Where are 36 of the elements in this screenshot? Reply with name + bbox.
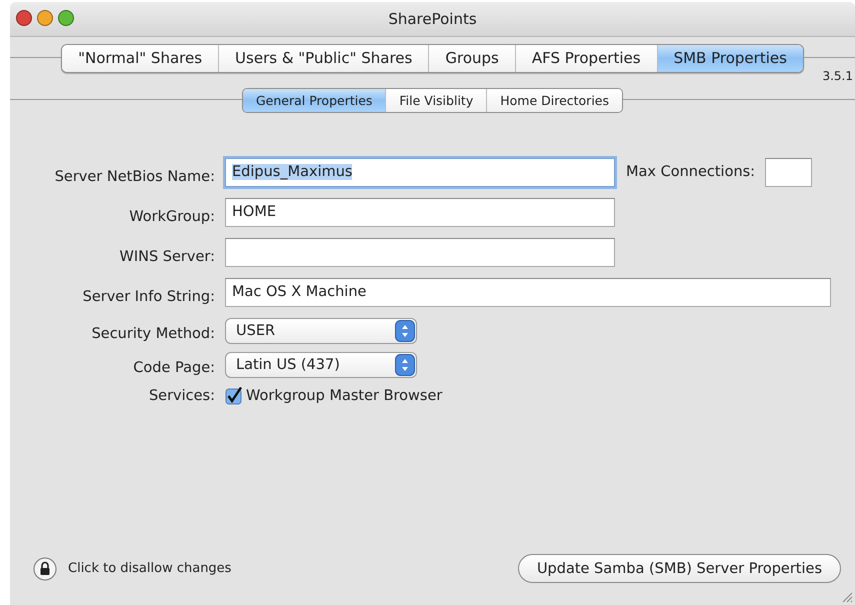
tab[interactable]: "Normal" Shares — [62, 44, 218, 72]
close-icon[interactable] — [16, 10, 32, 26]
input-field[interactable]: HOME — [225, 198, 615, 226]
field-label: Services: — [148, 388, 215, 404]
field-label: Server Info String: — [82, 289, 215, 305]
popup-button[interactable]: USER — [225, 318, 417, 344]
subtab[interactable]: File Visiblity — [385, 88, 486, 112]
field-label: Max Connections: — [626, 164, 756, 180]
window-title: SharePoints — [388, 10, 477, 28]
resize-grip-icon[interactable] — [841, 591, 853, 603]
popup-button[interactable]: Latin US (437) — [225, 352, 417, 378]
version-label: 3.5.1 — [822, 70, 853, 83]
input-field[interactable]: Edipus_Maximus — [225, 158, 615, 186]
field-label: Security Method: — [90, 326, 215, 342]
minimize-icon[interactable] — [37, 10, 53, 26]
tab[interactable]: AFS Properties — [514, 44, 657, 72]
lock-icon[interactable] — [33, 556, 57, 580]
stepper-arrows-icon — [395, 354, 415, 376]
input-field[interactable] — [225, 238, 615, 266]
update-button[interactable]: Update Samba (SMB) Server Properties — [518, 554, 841, 583]
field-label: WorkGroup: — [128, 209, 215, 225]
tab[interactable]: SMB Properties — [656, 44, 803, 72]
field-label: WINS Server: — [118, 249, 215, 265]
lock-label: Click to disallow changes — [68, 561, 232, 576]
checkbox[interactable] — [225, 387, 243, 405]
stepper-arrows-icon — [395, 320, 415, 342]
checkbox-label: Workgroup Master Browser — [246, 388, 442, 404]
tab[interactable]: Groups — [428, 44, 515, 72]
field-label: Server NetBios Name: — [54, 169, 215, 185]
subtab[interactable]: Home Directories — [486, 88, 622, 112]
input-field[interactable]: Mac OS X Machine — [225, 278, 831, 306]
zoom-icon[interactable] — [58, 10, 74, 26]
tab[interactable]: Users & "Public" Shares — [218, 44, 428, 72]
input-field[interactable] — [765, 158, 812, 186]
field-label: Code Page: — [132, 360, 215, 376]
subtab[interactable]: General Properties — [243, 88, 386, 112]
